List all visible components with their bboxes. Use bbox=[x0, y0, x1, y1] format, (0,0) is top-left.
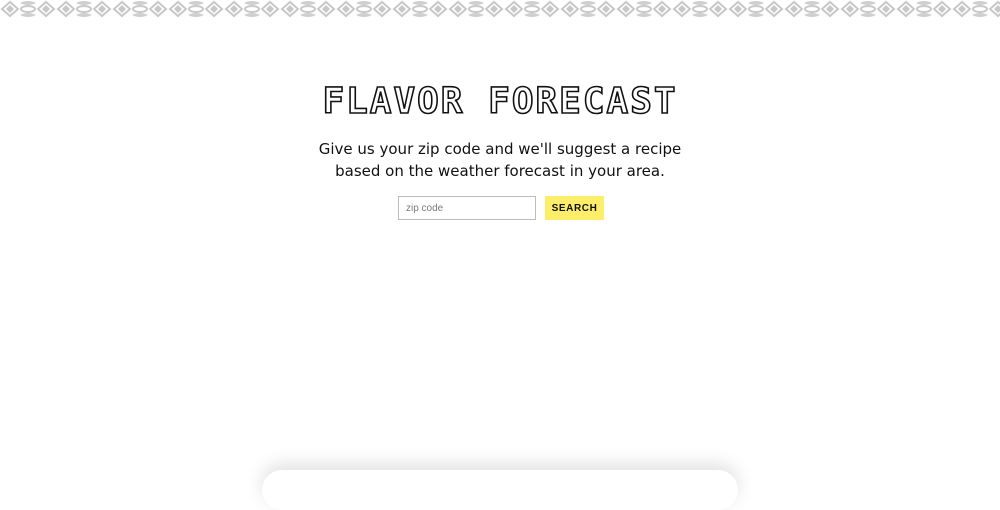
search-button[interactable]: SEARCH bbox=[545, 196, 604, 220]
zip-code-input[interactable] bbox=[398, 196, 536, 220]
page-title: FLAVOR FORECAST bbox=[322, 80, 678, 123]
content-card-edge bbox=[262, 470, 738, 510]
zip-search-form: SEARCH bbox=[398, 196, 604, 220]
intro-text: Give us your zip code and we'll suggest … bbox=[318, 140, 682, 180]
decorative-pattern-border bbox=[0, 0, 1000, 18]
